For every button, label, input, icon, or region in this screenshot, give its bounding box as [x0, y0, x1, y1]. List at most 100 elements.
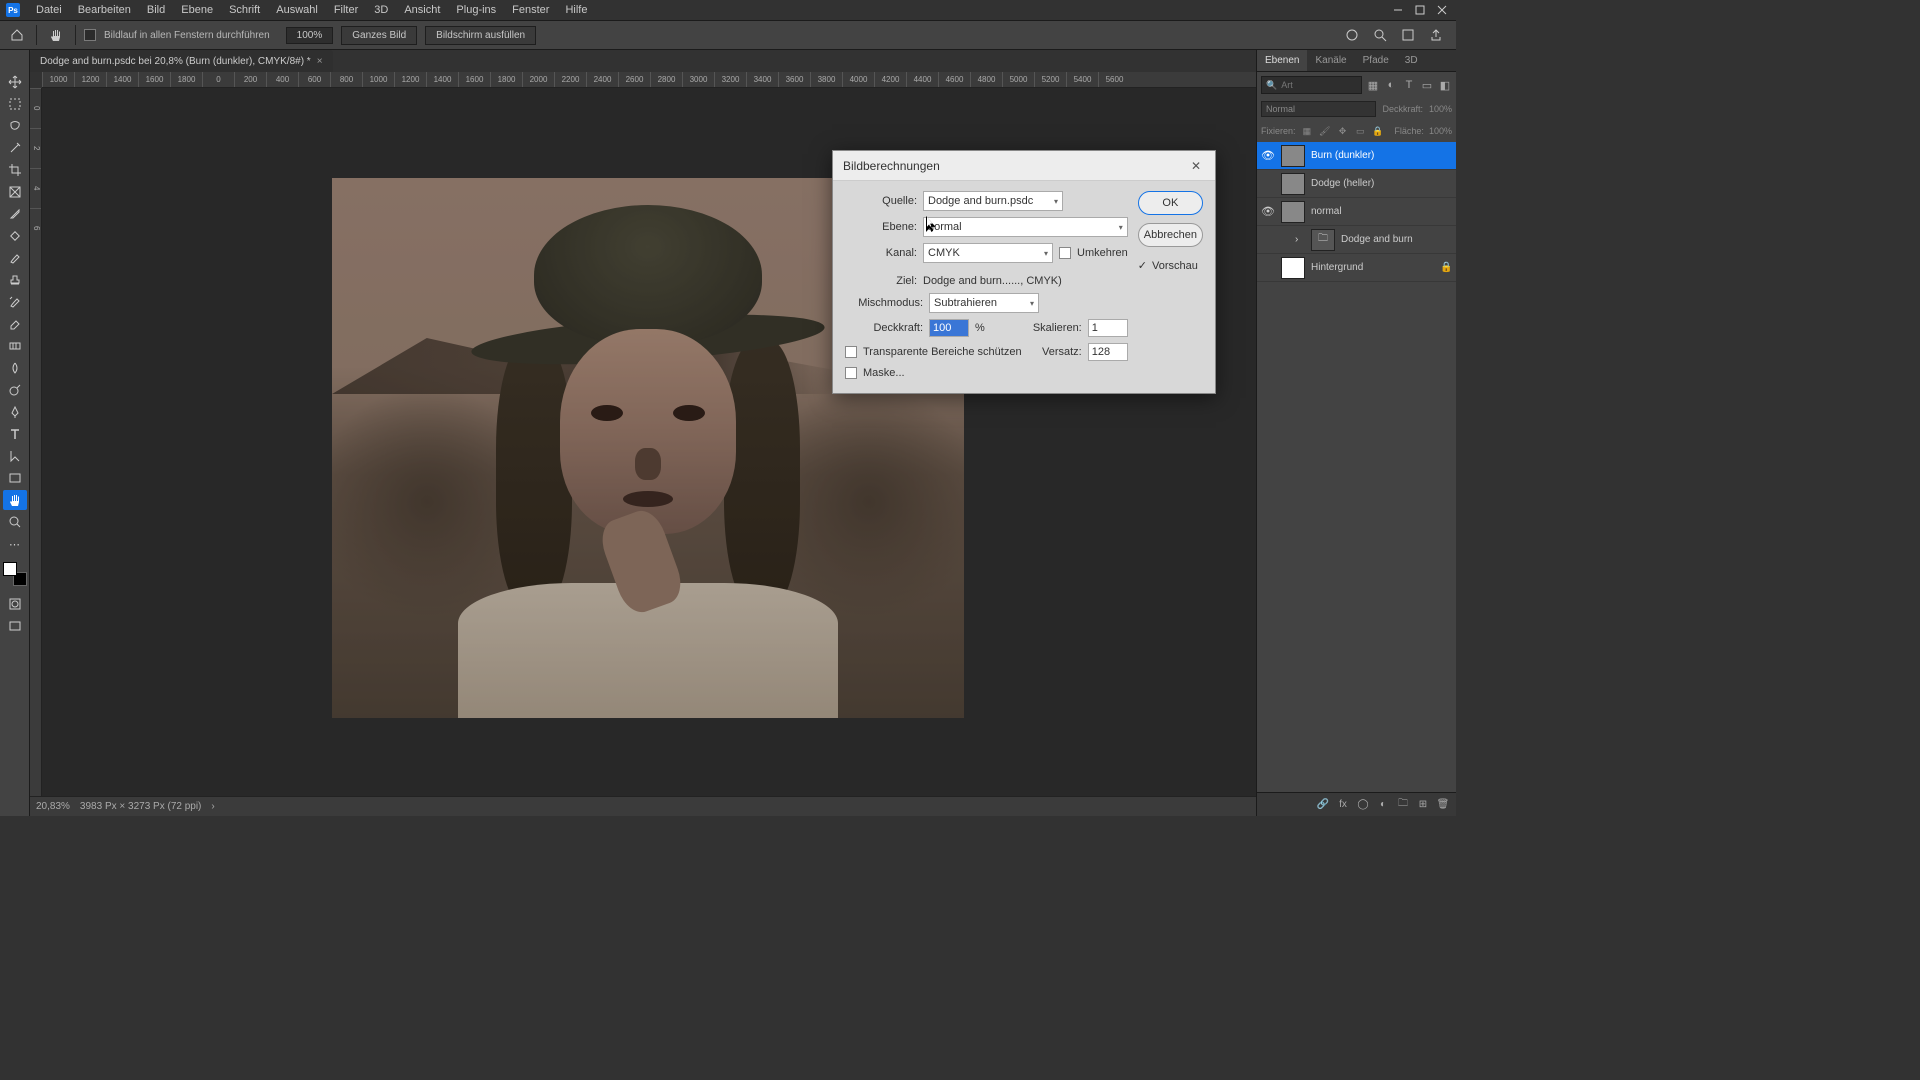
channel-select[interactable]: CMYK▾ — [923, 243, 1053, 263]
layer-row[interactable]: ›🗀Dodge and burn — [1257, 226, 1456, 254]
search-icon[interactable] — [1372, 27, 1388, 43]
lasso-tool[interactable] — [3, 116, 27, 136]
transparency-checkbox[interactable] — [845, 346, 857, 358]
document-tab[interactable]: Dodge and burn.psdc bei 20,8% (Burn (dun… — [30, 50, 333, 72]
filter-smart-icon[interactable]: ◧ — [1438, 78, 1452, 92]
layer-select[interactable]: normal▾ — [923, 217, 1128, 237]
filter-shape-icon[interactable]: ▭ — [1420, 78, 1434, 92]
fill-panel-value[interactable]: 100% — [1429, 126, 1452, 136]
scale-input[interactable]: 1 — [1088, 319, 1128, 337]
cancel-button[interactable]: Abbrechen — [1138, 223, 1203, 247]
window-minimize[interactable] — [1390, 2, 1406, 18]
layer-row[interactable]: Hintergrund🔒 — [1257, 254, 1456, 282]
marquee-tool[interactable] — [3, 94, 27, 114]
quick-mask-tool[interactable] — [3, 594, 27, 614]
menu-3d[interactable]: 3D — [366, 0, 396, 20]
menu-plugins[interactable]: Plug-ins — [448, 0, 504, 20]
panel-tab-3d[interactable]: 3D — [1397, 50, 1426, 71]
menu-ansicht[interactable]: Ansicht — [396, 0, 448, 20]
panel-tab-layers[interactable]: Ebenen — [1257, 50, 1307, 71]
move-tool[interactable] — [3, 72, 27, 92]
layer-fx-icon[interactable]: fx — [1336, 798, 1350, 812]
menu-schrift[interactable]: Schrift — [221, 0, 268, 20]
history-brush-tool[interactable] — [3, 292, 27, 312]
type-tool[interactable] — [3, 424, 27, 444]
layer-row[interactable]: Dodge (heller) — [1257, 170, 1456, 198]
lock-position-icon[interactable]: ✥ — [1336, 125, 1349, 138]
lock-all-icon[interactable]: 🔒 — [1372, 125, 1385, 138]
eyedropper-tool[interactable] — [3, 204, 27, 224]
dodge-tool[interactable] — [3, 380, 27, 400]
menu-datei[interactable]: Datei — [28, 0, 70, 20]
scroll-all-checkbox[interactable] — [84, 29, 96, 41]
blur-tool[interactable] — [3, 358, 27, 378]
frame-tool[interactable] — [3, 182, 27, 202]
layer-mask-icon[interactable]: ◯ — [1356, 798, 1370, 812]
layer-row[interactable]: 👁Burn (dunkler) — [1257, 142, 1456, 170]
lock-artboard-icon[interactable]: ▭ — [1354, 125, 1367, 138]
path-tool[interactable] — [3, 446, 27, 466]
preview-checkbox[interactable]: ✓ — [1138, 259, 1147, 272]
zoom-percent[interactable]: 100% — [286, 27, 334, 44]
opacity-panel-value[interactable]: 100% — [1429, 104, 1452, 114]
blend-mode-select[interactable]: Normal — [1261, 101, 1376, 117]
filter-adjust-icon[interactable]: ◐ — [1384, 78, 1398, 92]
menu-auswahl[interactable]: Auswahl — [268, 0, 326, 20]
ok-button[interactable]: OK — [1138, 191, 1203, 215]
hand-tool[interactable] — [3, 490, 27, 510]
workspace-icon[interactable] — [1400, 27, 1416, 43]
blend-select[interactable]: Subtrahieren▾ — [929, 293, 1039, 313]
menu-hilfe[interactable]: Hilfe — [557, 0, 595, 20]
menu-fenster[interactable]: Fenster — [504, 0, 557, 20]
lock-transparent-icon[interactable]: ▦ — [1301, 125, 1314, 138]
invert-checkbox[interactable] — [1059, 247, 1071, 259]
cloud-icon[interactable] — [1344, 27, 1360, 43]
share-icon[interactable] — [1428, 27, 1444, 43]
trash-icon[interactable]: 🗑 — [1436, 798, 1450, 812]
status-arrow-icon[interactable]: › — [211, 801, 214, 812]
chevron-icon[interactable]: › — [1295, 234, 1305, 245]
lock-paint-icon[interactable]: 🖌 — [1318, 125, 1331, 138]
wand-tool[interactable] — [3, 138, 27, 158]
visibility-icon[interactable]: 👁 — [1261, 205, 1275, 218]
eraser-tool[interactable] — [3, 314, 27, 334]
stamp-tool[interactable] — [3, 270, 27, 290]
menu-bearbeiten[interactable]: Bearbeiten — [70, 0, 139, 20]
visibility-icon[interactable]: 👁 — [1261, 149, 1275, 162]
adjustment-layer-icon[interactable]: ◐ — [1376, 798, 1390, 812]
edit-toolbar[interactable]: ⋯ — [3, 534, 27, 554]
document-tab-close[interactable]: × — [317, 56, 323, 67]
new-layer-icon[interactable]: ⊞ — [1416, 798, 1430, 812]
pen-tool[interactable] — [3, 402, 27, 422]
crop-tool[interactable] — [3, 160, 27, 180]
heal-tool[interactable] — [3, 226, 27, 246]
menu-bild[interactable]: Bild — [139, 0, 173, 20]
panel-tab-channels[interactable]: Kanäle — [1307, 50, 1354, 71]
status-zoom[interactable]: 20,83% — [36, 801, 70, 812]
panel-tab-paths[interactable]: Pfade — [1355, 50, 1397, 71]
color-swatches[interactable] — [3, 562, 27, 586]
window-close[interactable] — [1434, 2, 1450, 18]
group-icon[interactable]: 🗀 — [1396, 798, 1410, 812]
window-maximize[interactable] — [1412, 2, 1428, 18]
fit-button[interactable]: Ganzes Bild — [341, 26, 417, 45]
fill-screen-button[interactable]: Bildschirm ausfüllen — [425, 26, 536, 45]
menu-ebene[interactable]: Ebene — [173, 0, 221, 20]
source-select[interactable]: Dodge and burn.psdc▾ — [923, 191, 1063, 211]
brush-tool[interactable] — [3, 248, 27, 268]
rectangle-tool[interactable] — [3, 468, 27, 488]
layer-search[interactable]: 🔍Art — [1261, 76, 1362, 94]
gradient-tool[interactable] — [3, 336, 27, 356]
mask-checkbox[interactable] — [845, 367, 857, 379]
dialog-titlebar[interactable]: Bildberechnungen ✕ — [833, 151, 1215, 181]
layer-row[interactable]: 👁normal — [1257, 198, 1456, 226]
filter-type-icon[interactable]: T — [1402, 78, 1416, 92]
dialog-close-icon[interactable]: ✕ — [1187, 157, 1205, 175]
offset-input[interactable]: 128 — [1088, 343, 1128, 361]
home-button[interactable] — [6, 24, 28, 46]
filter-image-icon[interactable]: ▦ — [1366, 78, 1380, 92]
zoom-tool[interactable] — [3, 512, 27, 532]
opacity-input[interactable]: 100 — [929, 319, 969, 337]
link-layers-icon[interactable]: 🔗 — [1316, 798, 1330, 812]
menu-filter[interactable]: Filter — [326, 0, 366, 20]
